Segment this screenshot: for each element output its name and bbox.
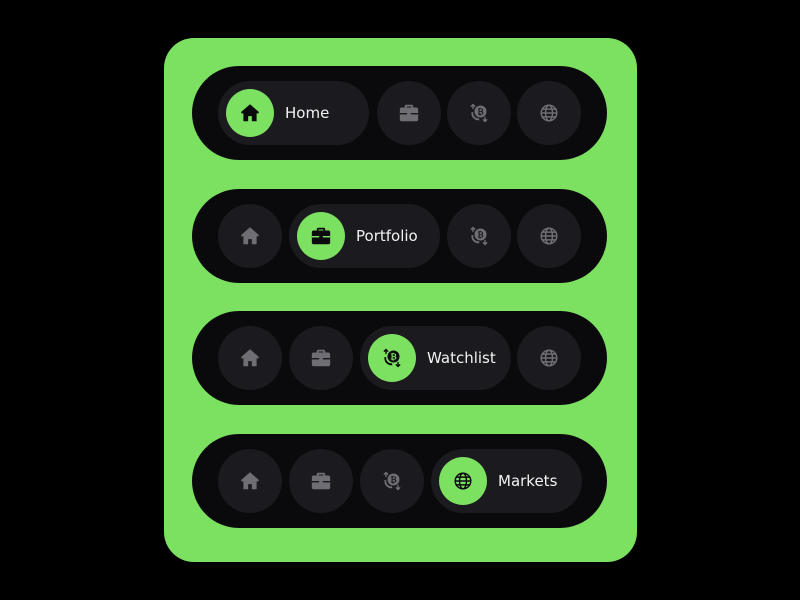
home-icon bbox=[218, 326, 282, 390]
nav-item-home[interactable] bbox=[218, 326, 282, 390]
bitcoin-exchange-icon: ₿ bbox=[447, 81, 511, 145]
nav-item-markets[interactable]: Markets bbox=[431, 449, 582, 513]
bitcoin-exchange-icon: ₿ bbox=[368, 334, 416, 382]
briefcase-icon bbox=[289, 449, 353, 513]
nav-item-home[interactable] bbox=[218, 204, 282, 268]
home-icon bbox=[218, 204, 282, 268]
home-icon bbox=[218, 449, 282, 513]
nav-item-portfolio[interactable] bbox=[377, 81, 441, 145]
bitcoin-exchange-icon: ₿ bbox=[447, 204, 511, 268]
nav-item-markets[interactable] bbox=[517, 326, 581, 390]
bottom-nav-markets-active: ₿ Markets bbox=[192, 434, 607, 528]
globe-icon bbox=[517, 204, 581, 268]
globe-icon bbox=[439, 457, 487, 505]
nav-item-portfolio[interactable]: Portfolio bbox=[289, 204, 440, 268]
nav-item-markets[interactable] bbox=[517, 204, 581, 268]
bottom-nav-home-active: Home ₿ bbox=[192, 66, 607, 160]
bitcoin-exchange-icon: ₿ bbox=[360, 449, 424, 513]
globe-icon bbox=[517, 326, 581, 390]
globe-icon bbox=[517, 81, 581, 145]
bottom-nav-portfolio-active: Portfolio ₿ bbox=[192, 189, 607, 283]
nav-item-home[interactable]: Home bbox=[218, 81, 369, 145]
nav-item-home[interactable] bbox=[218, 449, 282, 513]
nav-item-watchlist[interactable]: ₿ bbox=[447, 204, 511, 268]
nav-label-home: Home bbox=[285, 104, 330, 122]
bottom-nav-watchlist-active: ₿ Watchlist bbox=[192, 311, 607, 405]
briefcase-icon bbox=[297, 212, 345, 260]
nav-item-portfolio[interactable] bbox=[289, 326, 353, 390]
svg-text:₿: ₿ bbox=[390, 352, 397, 361]
nav-item-markets[interactable] bbox=[517, 81, 581, 145]
briefcase-icon bbox=[377, 81, 441, 145]
briefcase-icon bbox=[289, 326, 353, 390]
nav-item-portfolio[interactable] bbox=[289, 449, 353, 513]
nav-label-markets: Markets bbox=[498, 472, 558, 490]
home-icon bbox=[226, 89, 274, 137]
showcase-card: Home ₿ Portfolio ₿ ₿ Watchlist ₿ Markets bbox=[164, 38, 637, 562]
nav-item-watchlist[interactable]: ₿ Watchlist bbox=[360, 326, 511, 390]
nav-item-watchlist[interactable]: ₿ bbox=[447, 81, 511, 145]
svg-text:₿: ₿ bbox=[477, 230, 484, 239]
nav-label-watchlist: Watchlist bbox=[427, 349, 496, 367]
nav-item-watchlist[interactable]: ₿ bbox=[360, 449, 424, 513]
svg-text:₿: ₿ bbox=[390, 475, 397, 484]
nav-label-portfolio: Portfolio bbox=[356, 227, 418, 245]
svg-text:₿: ₿ bbox=[477, 107, 484, 116]
